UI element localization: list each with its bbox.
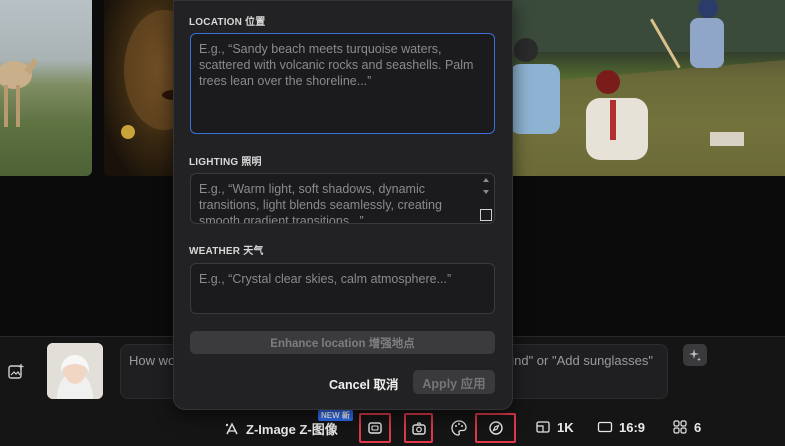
gallery-image-baseball[interactable] xyxy=(490,0,785,176)
gallery-image-goat[interactable] xyxy=(0,0,92,176)
lighting-field[interactable]: E.g., “Warm light, soft shadows, dynamic… xyxy=(190,173,495,224)
location-field[interactable]: E.g., “Sandy beach meets turquoise water… xyxy=(190,33,495,134)
resize-handle[interactable] xyxy=(480,209,492,221)
camera-icon xyxy=(411,422,426,435)
count-selector[interactable]: 6 xyxy=(672,419,701,435)
resolution-label: 1K xyxy=(557,419,574,435)
resolution-selector[interactable]: 1K xyxy=(535,419,574,435)
model-icon xyxy=(224,421,240,437)
compass-icon xyxy=(488,421,503,435)
weather-label: WEATHER 天气 xyxy=(189,246,264,257)
new-badge: NEW 新 xyxy=(318,410,353,421)
cancel-button[interactable]: Cancel 取消 xyxy=(329,374,398,393)
enhance-location-button[interactable]: Enhance location 增强地点 xyxy=(190,331,495,354)
sparkle-icon xyxy=(689,349,701,362)
compass-button[interactable] xyxy=(475,413,516,443)
frame-icon xyxy=(368,422,382,434)
goat-illustration xyxy=(0,58,38,127)
scene-settings-panel: LOCATION 位置 E.g., “Sandy beach meets tur… xyxy=(173,0,513,410)
ratio-icon xyxy=(597,419,613,435)
palette-icon xyxy=(451,420,467,436)
count-label: 6 xyxy=(694,419,702,435)
image-add-icon[interactable] xyxy=(7,363,25,381)
prompt-text-start: How wo xyxy=(129,353,176,368)
grid-icon xyxy=(672,419,688,435)
lighting-label: LIGHTING 照明 xyxy=(189,157,262,168)
avatar-illustration xyxy=(47,343,103,399)
model-selector[interactable]: Z-Image Z-图像 xyxy=(224,419,338,438)
model-label: Z-Image Z-图像 xyxy=(246,422,338,437)
ratio-selector[interactable]: 16:9 xyxy=(597,419,645,435)
location-label: LOCATION 位置 xyxy=(189,17,266,28)
location-placeholder: E.g., “Sandy beach meets turquoise water… xyxy=(199,42,474,88)
palette-button[interactable] xyxy=(450,419,468,437)
weather-placeholder: E.g., “Crystal clear skies, calm atmosph… xyxy=(199,272,452,286)
camera-button[interactable] xyxy=(404,413,433,443)
frame-button[interactable] xyxy=(359,413,391,443)
reference-thumbnail[interactable] xyxy=(47,343,103,399)
sparkle-button[interactable] xyxy=(683,344,707,366)
ratio-label: 16:9 xyxy=(619,419,646,435)
aspect-icon xyxy=(535,419,551,435)
scroll-arrows-icon xyxy=(483,178,489,194)
baseball-illustration xyxy=(490,0,785,176)
apply-button[interactable]: Apply 应用 xyxy=(413,370,495,394)
weather-field[interactable]: E.g., “Crystal clear skies, calm atmosph… xyxy=(190,263,495,314)
prompt-text-end: und" or "Add sunglasses" xyxy=(506,353,653,368)
lighting-placeholder: E.g., “Warm light, soft shadows, dynamic… xyxy=(199,182,442,224)
lighting-scrollbar[interactable] xyxy=(481,176,491,196)
